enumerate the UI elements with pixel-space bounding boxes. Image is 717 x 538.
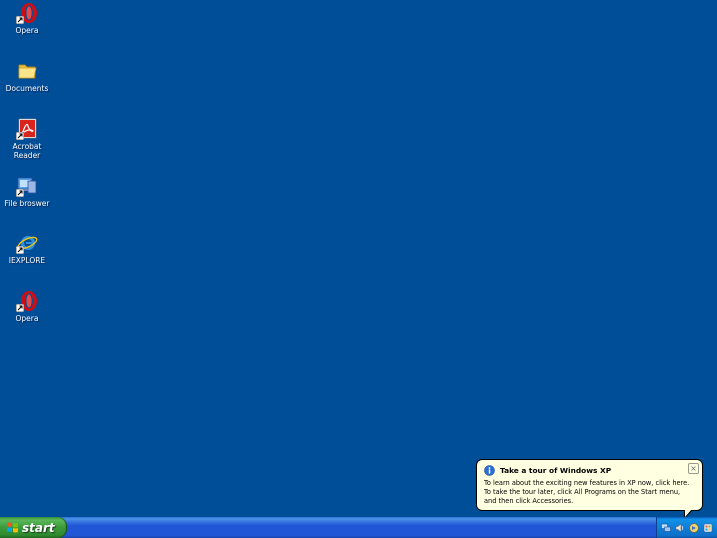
folder-icon [18,64,37,79]
balloon-tail-fill [685,509,692,517]
balloon-title-row: Take a tour of Windows XP [484,464,696,476]
shortcut-arrow-icon [16,189,24,197]
desktop: Opera Documents Acrobat Reader File bros… [0,0,717,519]
volume-icon[interactable] [675,522,685,533]
shortcut-arrow-icon [16,304,24,312]
tour-icon[interactable] [689,522,699,533]
balloon-line: and then click Accessories. [484,497,574,505]
desktop-icon-label: Acrobat Reader [12,142,42,160]
start-button[interactable]: start [0,517,67,538]
tour-balloon[interactable]: Take a tour of Windows XP × To learn abo… [476,459,703,511]
balloon-line: To learn about the exciting new features… [484,479,690,487]
balloon-title: Take a tour of Windows XP [500,465,612,475]
shortcut-arrow-icon [16,246,24,254]
system-tray [656,517,717,538]
security-icon[interactable] [703,523,713,533]
desktop-icon-label: Opera [15,26,39,35]
shortcut-arrow-icon [16,16,24,24]
desktop-icon-file-browser[interactable]: File broswer [0,175,54,208]
desktop-icon-opera[interactable]: Opera [0,290,54,323]
desktop-icon-label: Documents [5,84,49,93]
balloon-line: To take the tour later, click All Progra… [484,488,681,496]
info-icon [484,464,495,476]
desktop-icon-label: Opera [15,314,39,323]
windows-flag-icon [7,522,18,533]
start-label: start [22,520,55,535]
balloon-message[interactable]: To learn about the exciting new features… [484,479,696,506]
desktop-icon-label: IEXPLORE [8,256,46,265]
desktop-icon-opera[interactable]: Opera [0,2,54,35]
network-icon[interactable] [661,523,671,533]
taskbar: start [0,517,717,538]
desktop-icon-label: File broswer [4,199,50,208]
shortcut-arrow-icon [16,132,24,140]
balloon-close-button[interactable]: × [688,463,699,474]
desktop-icon-iexplore[interactable]: IEXPLORE [0,232,54,265]
desktop-icon-acrobat-reader[interactable]: Acrobat Reader [0,118,54,160]
desktop-icon-documents[interactable]: Documents [0,60,54,93]
